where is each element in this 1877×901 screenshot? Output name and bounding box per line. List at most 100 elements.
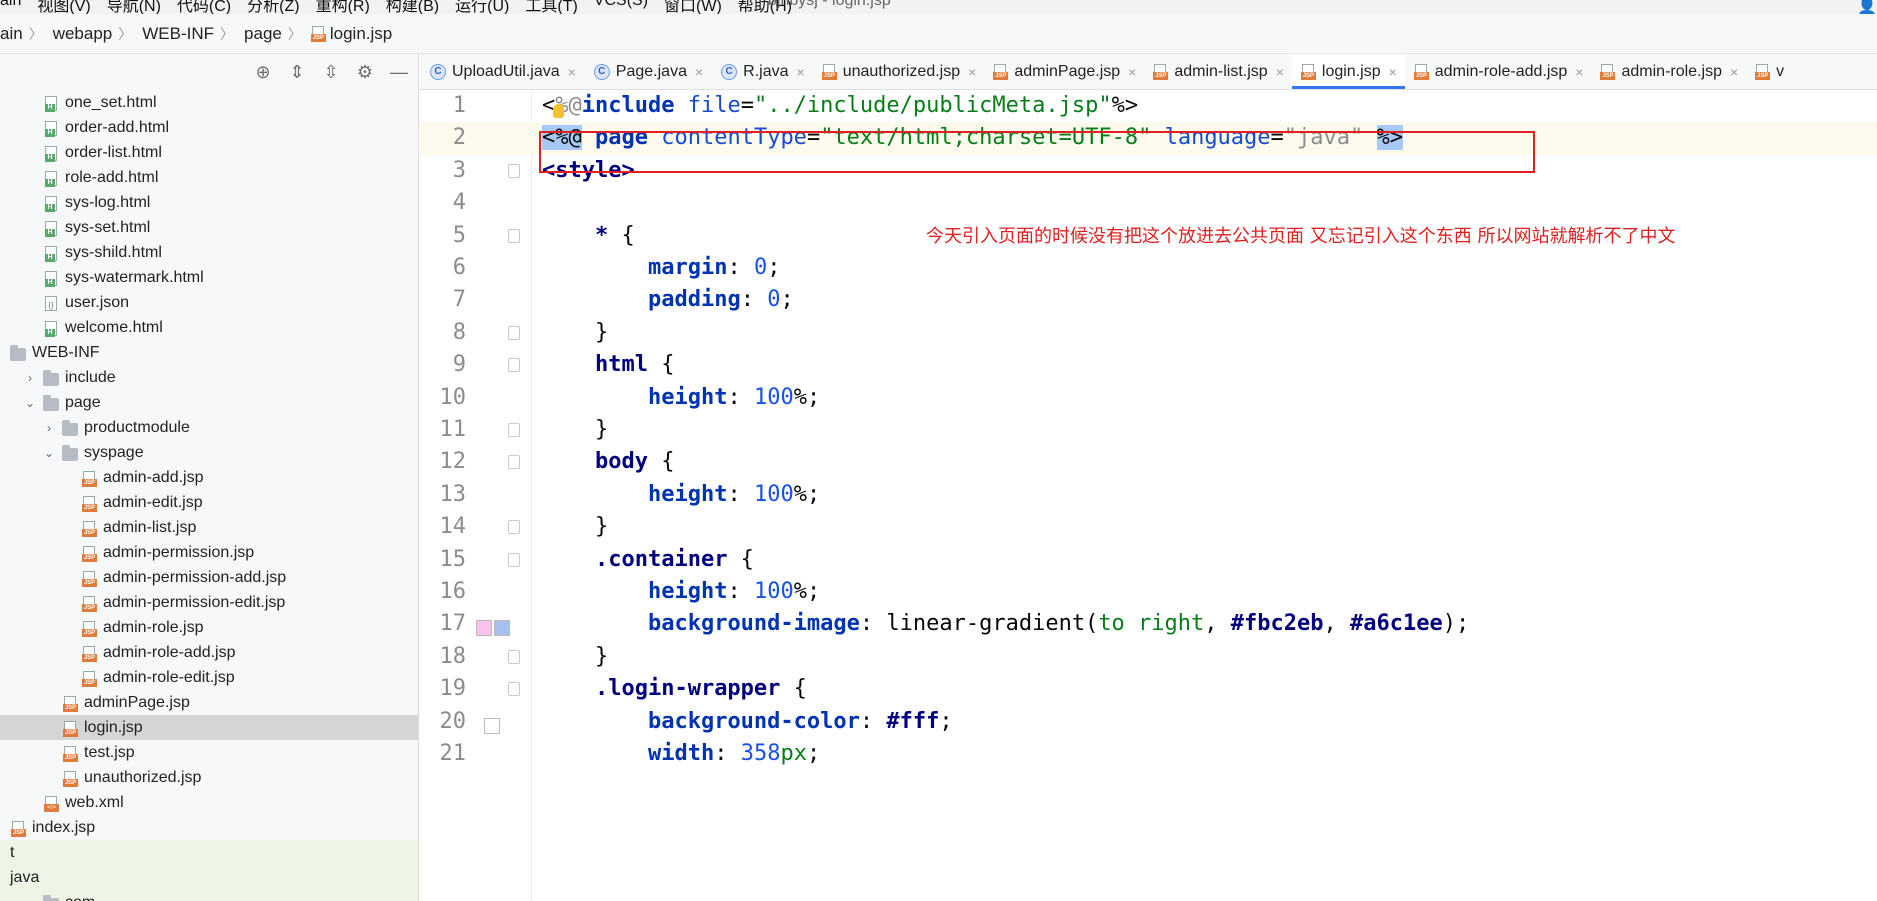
tree-item[interactable]: ⌄ syspage [0,440,418,465]
code-editor[interactable]: 1 <%@include file="../include/publicMeta.… [420,90,1877,901]
jsp-file-glyph [82,545,97,562]
jsp-file-icon [1153,64,1169,80]
menu-item[interactable]: 工具(T) [525,0,577,14]
tree-item[interactable]: order-list.html [0,140,418,165]
close-icon[interactable]: × [797,64,805,80]
tree-item[interactable]: com [0,890,418,901]
fold-marker-icon[interactable] [508,455,520,470]
fold-marker-icon[interactable] [508,358,520,373]
close-icon[interactable]: × [1389,64,1397,80]
tree-item[interactable]: ⌄ page [0,390,418,415]
tree-item[interactable]: index.jsp [0,815,418,840]
menu-item[interactable]: 运行(U) [455,0,509,14]
tree-item-label: admin-edit.jsp [103,493,203,511]
tree-item[interactable]: {} user.json [0,290,418,315]
editor-tab[interactable]: unauthorized.jsp × [813,54,985,89]
fold-marker-icon[interactable] [508,649,520,664]
tree-item[interactable]: admin-role-edit.jsp [0,665,418,690]
close-icon[interactable]: × [568,64,576,80]
tree-item[interactable]: sys-watermark.html [0,265,418,290]
tree-item[interactable]: › include [0,365,418,390]
editor-tab[interactable]: adminPage.jsp × [984,54,1144,89]
line-number: 21 [439,741,467,766]
chevron-right-icon[interactable]: › [42,421,56,435]
close-icon[interactable]: × [695,64,703,80]
gear-icon[interactable]: ⚙ [353,60,377,84]
fold-marker-icon[interactable] [508,228,520,243]
chevron-down-icon[interactable]: ⌄ [23,396,37,410]
close-icon[interactable]: × [968,64,976,80]
menu-item[interactable]: 视图(V) [37,0,90,14]
tree-item[interactable]: admin-edit.jsp [0,490,418,515]
json-file-glyph: {} [45,295,57,311]
fold-marker-icon[interactable] [508,163,520,178]
editor-tab[interactable]: admin-list.jsp × [1144,54,1292,89]
menu-item[interactable]: 构建(B) [386,0,439,14]
fold-marker-icon[interactable] [508,552,520,567]
breadcrumb-item[interactable]: login.jsp [310,24,392,44]
tree-item[interactable]: admin-list.jsp [0,515,418,540]
tree-item[interactable]: › productmodule [0,415,418,440]
breadcrumb-item[interactable]: webapp [53,24,113,44]
editor-tab[interactable]: C Page.java × [584,54,711,89]
tree-item[interactable]: WEB-INF [0,340,418,365]
folder-icon [43,894,59,901]
menu-item[interactable]: 窗口(W) [664,0,722,14]
tree-item[interactable]: t [0,840,418,865]
tree-item[interactable]: order-add.html [0,115,418,140]
editor-tab[interactable]: admin-role.jsp × [1591,54,1746,89]
breadcrumb-item[interactable]: ain [0,24,23,44]
close-icon[interactable]: × [1276,64,1284,80]
tree-item[interactable]: one_set.html [0,90,418,115]
editor-tab[interactable]: login.jsp × [1291,54,1405,89]
tree-item[interactable]: sys-log.html [0,190,418,215]
tree-item[interactable]: login.jsp [0,715,418,740]
tree-item[interactable]: java [0,865,418,890]
collapse-all-icon[interactable]: ⇳ [319,60,343,84]
tree-item[interactable]: welcome.html [0,315,418,340]
tree-item[interactable]: web.xml [0,790,418,815]
editor-tab[interactable]: admin-role-add.jsp × [1405,54,1592,89]
menu-item[interactable]: 代码(C) [177,0,231,14]
fold-marker-icon[interactable] [508,520,520,535]
fold-marker-icon[interactable] [508,682,520,697]
tree-item[interactable]: unauthorized.jsp [0,765,418,790]
editor-tab[interactable]: v [1746,54,1792,89]
editor-tab[interactable]: C R.java × [711,54,813,89]
menu-item[interactable]: 导航(N) [107,0,161,14]
tree-item[interactable]: admin-permission-add.jsp [0,565,418,590]
code-text: } [542,417,609,442]
tree-item-label: login.jsp [84,718,143,736]
tree-item[interactable]: admin-add.jsp [0,465,418,490]
fold-marker-icon[interactable] [508,423,520,437]
close-icon[interactable]: × [1128,64,1136,80]
chevron-right-icon[interactable]: › [23,371,37,385]
close-icon[interactable]: × [1575,64,1583,80]
menu-item[interactable]: 分析(Z) [247,0,299,14]
fold-marker-icon[interactable] [508,325,520,340]
chevron-down-icon[interactable]: ⌄ [42,446,56,460]
tree-item[interactable]: sys-shild.html [0,240,418,265]
breadcrumb-item[interactable]: page [244,24,282,44]
tree-item[interactable]: admin-role-add.jsp [0,640,418,665]
breadcrumb-item[interactable]: WEB-INF [142,24,214,44]
tree-item[interactable]: test.jsp [0,740,418,765]
expand-all-icon[interactable]: ⇕ [285,60,309,84]
locate-icon[interactable]: ⊕ [251,60,275,84]
tree-item[interactable]: role-add.html [0,165,418,190]
lightbulb-icon[interactable] [553,104,564,118]
menu-item[interactable]: ain [0,0,21,14]
menu-item[interactable]: 重构(R) [316,0,370,14]
tab-label: adminPage.jsp [1014,62,1121,80]
close-icon[interactable]: × [1730,64,1738,80]
tree-item[interactable]: admin-permission-edit.jsp [0,590,418,615]
tree-item[interactable]: sys-set.html [0,215,418,240]
hide-icon[interactable]: — [387,60,411,84]
editor-tab[interactable]: C UploadUtil.java × [420,54,584,89]
tree-item[interactable]: admin-role.jsp [0,615,418,640]
tree-item[interactable]: adminPage.jsp [0,690,418,715]
jsp-file-glyph [82,595,97,612]
user-icon[interactable]: 👤 [1857,0,1877,14]
menu-item[interactable]: VCS(S) [594,0,648,14]
tree-item[interactable]: admin-permission.jsp [0,540,418,565]
